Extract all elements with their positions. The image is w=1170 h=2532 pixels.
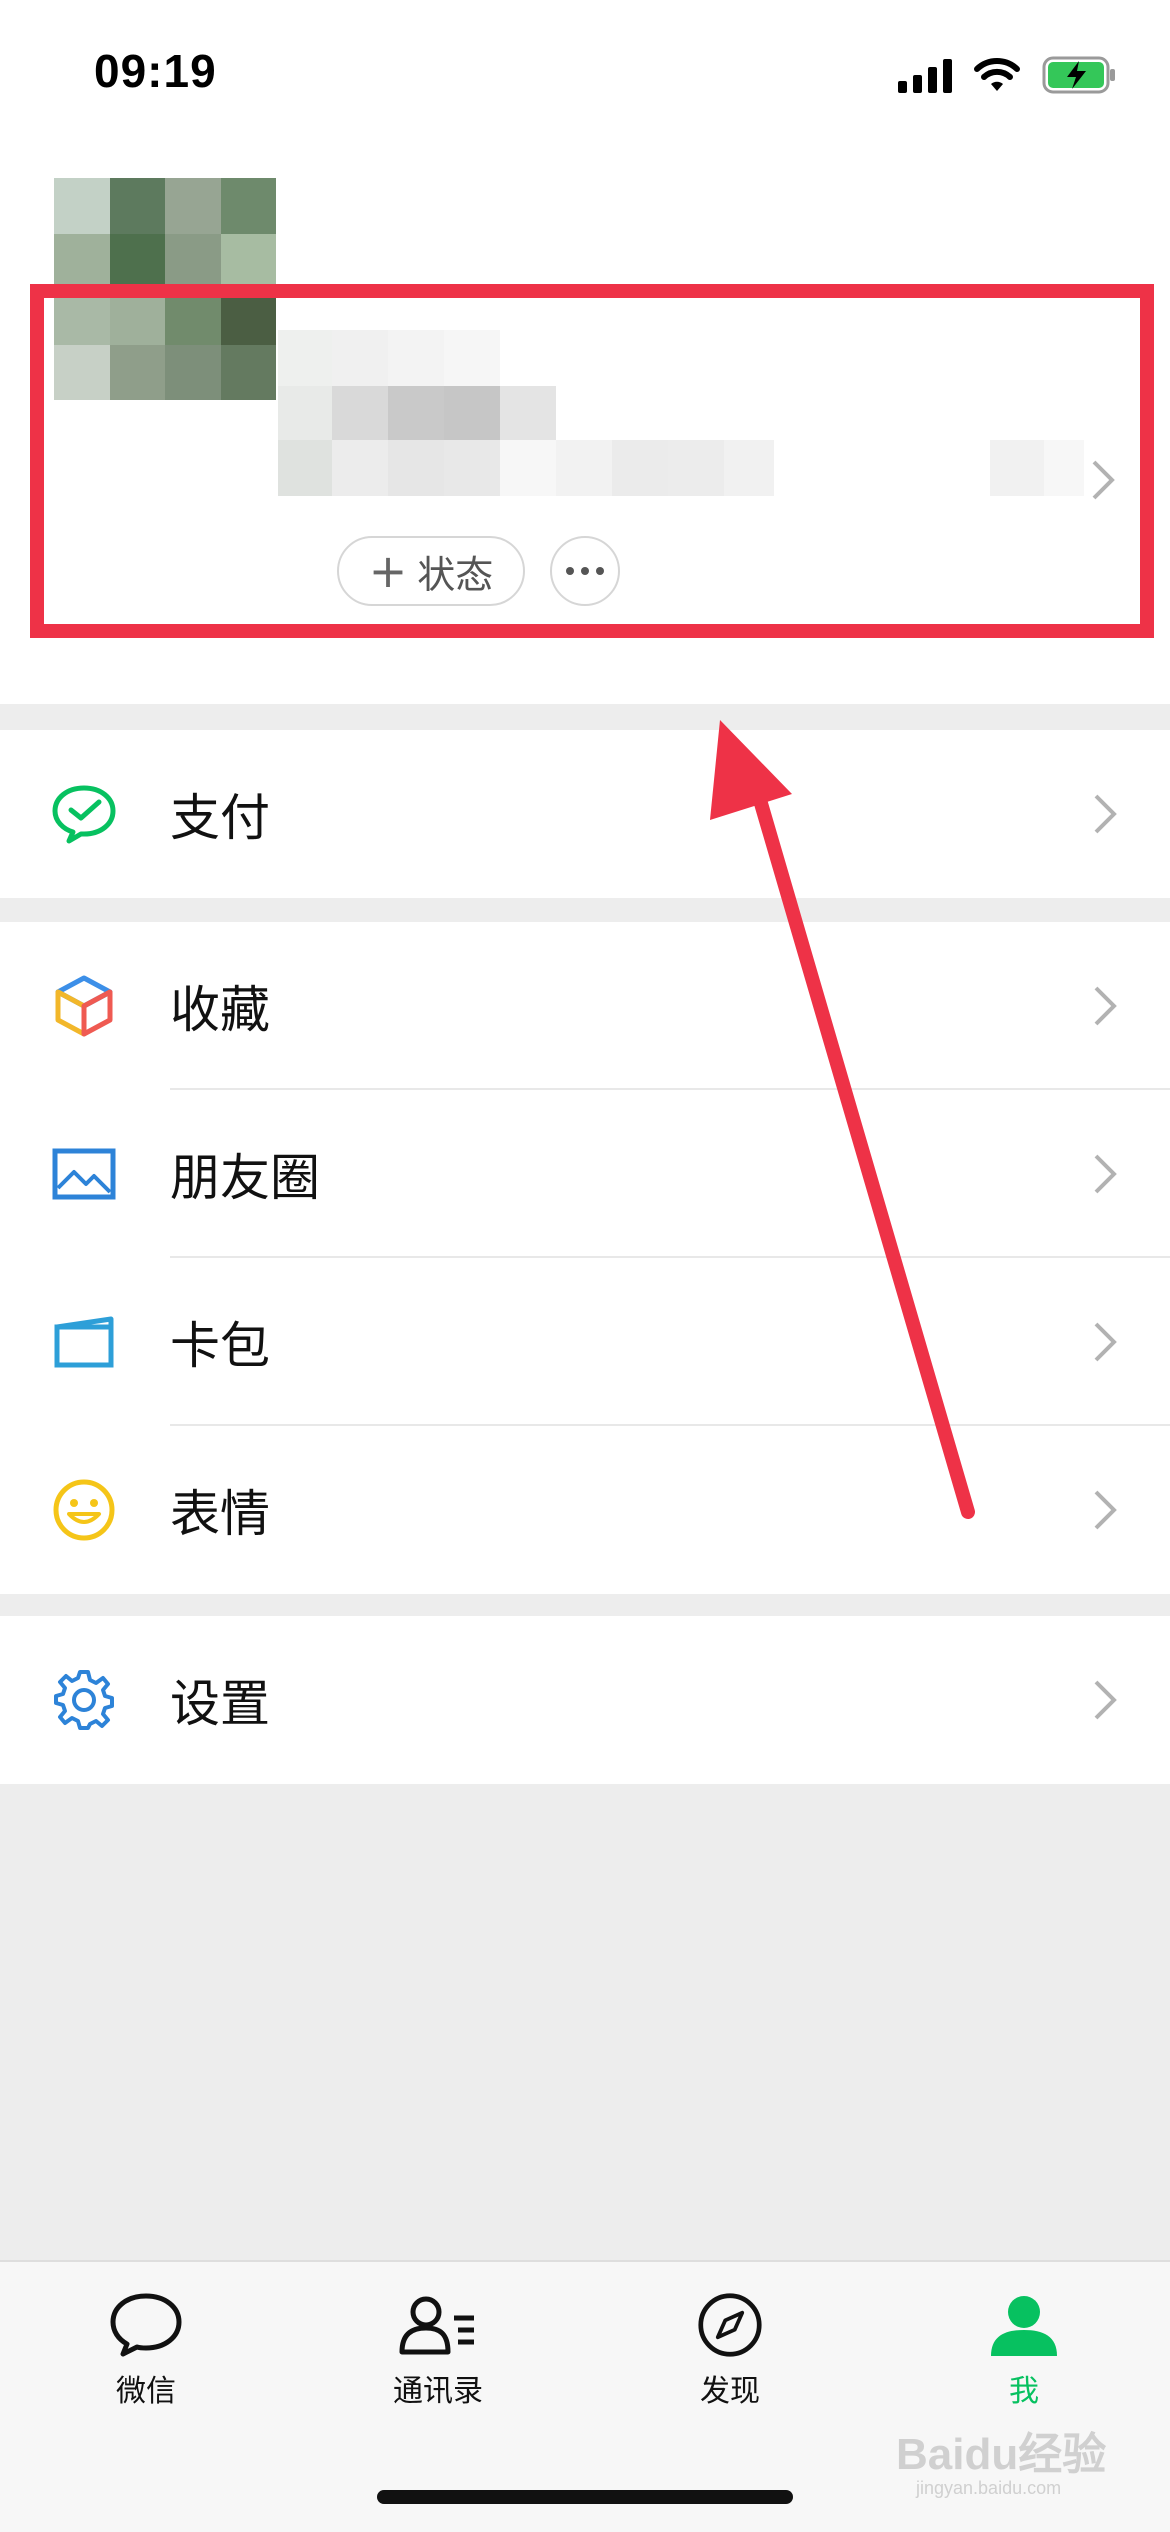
chevron-right-icon <box>1094 1680 1117 1720</box>
menu-item-favorites[interactable]: 收藏 <box>0 922 1170 1090</box>
watermark-sub: jingyan.baidu.com <box>916 2478 1062 2498</box>
compass-icon <box>698 2293 762 2357</box>
menu-label-stickers: 表情 <box>170 1485 270 1543</box>
status-time: 09:19 <box>94 45 217 97</box>
chevron-right-icon <box>1094 986 1117 1026</box>
wifi-icon <box>974 58 1020 91</box>
contacts-icon <box>399 2296 474 2355</box>
menu-label-moments: 朋友圈 <box>170 1149 320 1207</box>
watermark: Baidu经验 jingyan.baidu.com <box>896 2418 1106 2499</box>
section-settings: 设置 <box>0 1616 1170 1784</box>
moments-image-icon <box>50 1140 118 1208</box>
menu-item-pay[interactable]: 支付 <box>0 730 1170 898</box>
menu-label-pay: 支付 <box>170 789 270 847</box>
menu-item-cards[interactable]: 卡包 <box>0 1258 1170 1426</box>
watermark-text: Baidu经验 <box>896 2430 1107 2479</box>
favorites-cube-icon <box>50 972 118 1040</box>
status-icons <box>898 50 1118 100</box>
gear-icon <box>50 1666 118 1734</box>
cellular-signal-icon <box>898 57 952 93</box>
chevron-right-icon <box>1094 1322 1117 1362</box>
menu-label-favorites: 收藏 <box>170 981 270 1039</box>
pay-icon <box>50 780 118 848</box>
tab-label: 发现 <box>700 2374 760 2409</box>
tab-label: 通讯录 <box>393 2374 483 2409</box>
smiley-face-icon <box>50 1476 118 1544</box>
tab-label: 微信 <box>116 2374 176 2409</box>
menu-item-moments[interactable]: 朋友圈 <box>0 1090 1170 1258</box>
tab-chats[interactable]: 微信 <box>46 2292 246 2410</box>
section-pay: 支付 <box>0 730 1170 898</box>
battery-charging-icon <box>1042 56 1115 94</box>
chevron-right-icon <box>1094 1490 1117 1530</box>
tab-contacts[interactable]: 通讯录 <box>338 2292 538 2410</box>
chevron-right-icon <box>1094 1154 1117 1194</box>
status-bar: 09:19 <box>0 0 1170 150</box>
menu-label-settings: 设置 <box>170 1675 270 1733</box>
card-wallet-icon <box>50 1308 118 1376</box>
menu-item-settings[interactable]: 设置 <box>0 1616 1170 1784</box>
tab-label: 我 <box>1009 2374 1039 2409</box>
tab-discover[interactable]: 发现 <box>630 2292 830 2410</box>
tab-me[interactable]: 我 <box>924 2292 1124 2410</box>
highlight-box <box>30 284 1154 638</box>
section-tools: 收藏 朋友圈 卡包 表情 <box>0 922 1170 1594</box>
home-indicator[interactable] <box>377 2490 793 2504</box>
chat-bubble-icon <box>110 2293 182 2357</box>
menu-item-stickers[interactable]: 表情 <box>0 1426 1170 1594</box>
menu-label-cards: 卡包 <box>170 1317 270 1375</box>
person-icon <box>991 2296 1057 2356</box>
chevron-right-icon <box>1094 794 1117 834</box>
